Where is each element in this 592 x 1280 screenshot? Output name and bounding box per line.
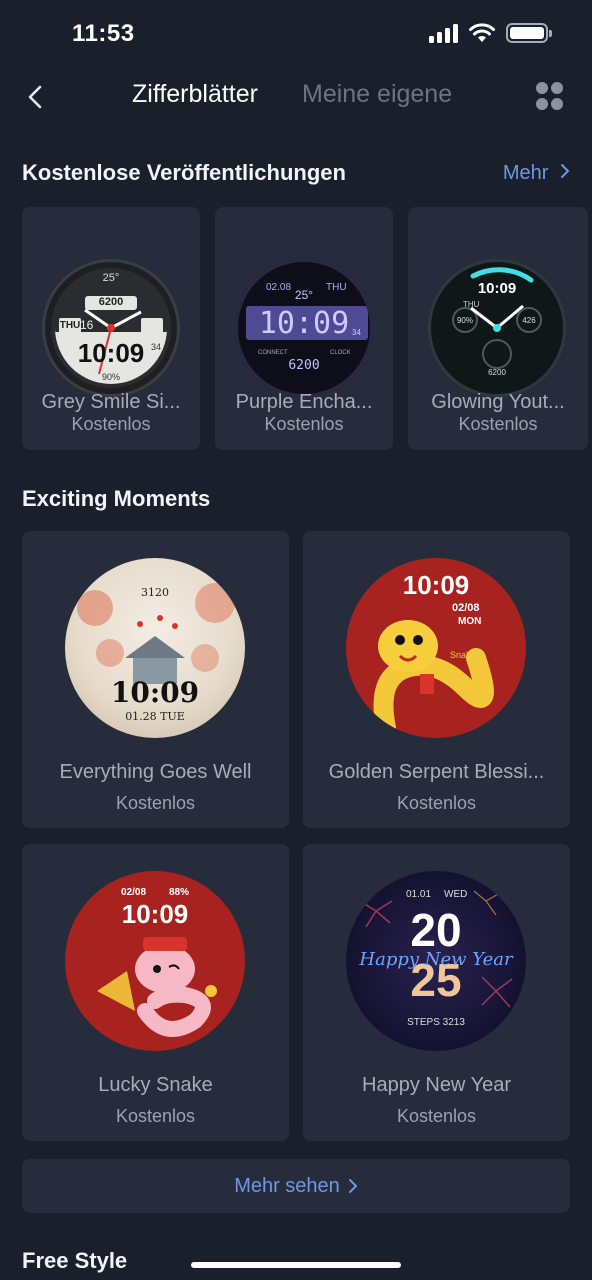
watchface-price: Kostenlos [396,793,477,813]
face-day: THU [59,320,81,331]
see-more-label: Mehr sehen [234,1174,340,1197]
face-steps: 6200 [488,368,506,377]
watchface-price: Kostenlos [71,414,151,434]
watchface-name: Lucky Snake [98,1074,213,1096]
watchface-preview-happy-new-year: 01.01 WED 20 25 Happy New Year STEPS 321… [346,871,526,1051]
face-steps: 3120 [141,586,169,599]
face-date: 01.01 [406,889,432,900]
watchface-card[interactable]: 10:09 THU 90% 426 6200 Glowing Yout... K… [408,207,588,450]
section-title-exciting: Exciting Moments [22,486,211,511]
face-steps: 6200 [98,296,124,308]
watchface-preview-grey-smile: 25° 6200 THU 16 10:09 34 90% [42,259,180,397]
chevron-right-icon [348,1179,358,1193]
face-time: 10:09 [110,676,200,709]
grid-dot-icon [536,82,548,94]
face-seconds: 34 [352,328,361,337]
face-day: THU [463,300,480,309]
section-title-free-releases: Kostenlose Veröffentlichungen [22,160,346,185]
more-link[interactable]: Mehr [503,162,570,185]
face-left: 90% [456,316,473,325]
battery-icon [506,23,552,43]
face-battery: 90% [101,372,120,382]
face-battery: 88% [169,887,190,898]
face-date: 16 [80,318,94,332]
watchface-card[interactable]: 3120 10:09 01.28 TUE Everything Goes Wel… [22,531,289,828]
watchface-preview-everything-goes-well: 3120 10:09 01.28 TUE [65,558,245,738]
wifi-icon [469,23,495,42]
watchface-name: Golden Serpent Blessi... [328,761,545,783]
watchface-name: Purple Encha... [235,391,373,413]
watchface-card[interactable]: 25° 6200 THU 16 10:09 34 90% Grey Smile … [22,207,200,450]
category-grid-button[interactable] [536,82,564,110]
face-year-top: 20 [410,904,462,956]
face-script: Happy New Year [359,949,513,970]
face-left: CONNECT [258,350,288,356]
home-indicator[interactable] [191,1262,401,1268]
see-more-button[interactable]: Mehr sehen [22,1159,570,1213]
grid-dot-icon [536,97,548,110]
watchface-name: Happy New Year [362,1074,511,1096]
tab-watch-faces[interactable]: Zifferblätter [132,80,258,109]
watchface-price: Kostenlos [115,793,196,813]
face-year: 2025 [454,682,472,691]
watchface-price: Kostenlos [396,1106,477,1126]
face-time: 10:09 [121,899,189,929]
face-time: 10:09 [258,306,350,341]
watchface-preview-lucky-snake: 02/08 88% 10:09 [65,871,245,1051]
watchface-name: Glowing Yout... [431,391,565,413]
watchface-preview-glowing: 10:09 THU 90% 426 6200 [428,259,566,397]
face-top: 25° [102,272,120,284]
face-day: MON [458,616,482,627]
chevron-left-icon [28,85,42,109]
watchface-price: Kostenlos [264,414,344,434]
watchface-preview-golden-serpent: 10:09 02/08 MON Snake 2025 [346,558,526,738]
status-bar: 11:53 [0,0,592,70]
watchface-preview-purple: 02.08 25° THU 10:09 34 CONNECT CLOCK 620… [235,259,373,397]
face-seconds: 34 [151,342,162,352]
top-navigation: Zifferblätter Meine eigene [0,70,592,124]
chevron-right-icon [561,164,570,178]
status-time: 11:53 [72,20,135,47]
tab-my-own[interactable]: Meine eigene [302,80,452,109]
face-date: 02/08 [452,602,480,614]
face-temp: 25° [294,288,314,302]
watchface-price: Kostenlos [115,1106,196,1126]
face-date: 02/08 [121,887,147,898]
status-icons [429,22,552,44]
face-date: 01.28 TUE [125,710,185,723]
face-right: 426 [522,316,536,325]
watchface-card[interactable]: 02.08 25° THU 10:09 34 CONNECT CLOCK 620… [215,207,393,450]
cellular-signal-icon [429,23,458,43]
face-time: 10:09 [477,280,517,297]
more-link-label: Mehr [502,162,549,184]
back-button[interactable] [20,80,50,114]
grid-dot-icon [551,97,563,110]
face-steps: STEPS 3213 [407,1017,465,1028]
watchface-card[interactable]: 10:09 02/08 MON Snake 2025 Golden Serpen… [303,531,570,828]
face-steps: 6200 [288,358,320,373]
face-day: WED [444,889,468,900]
face-time: 10:09 [402,570,470,600]
section-title-free-style: Free Style [22,1248,128,1273]
watchface-card[interactable]: 01.01 WED 20 25 Happy New Year STEPS 321… [303,844,570,1141]
face-tag: Snake [450,650,476,660]
face-day: THU [326,282,347,293]
watchface-price: Kostenlos [458,414,538,434]
face-right: CLOCK [330,350,351,356]
watchface-card[interactable]: 02/08 88% 10:09 Lucky Snake Kostenlos [22,844,289,1141]
watchface-name: Grey Smile Si... [41,391,181,413]
watchface-name: Everything Goes Well [59,761,252,783]
grid-dot-icon [551,82,563,94]
